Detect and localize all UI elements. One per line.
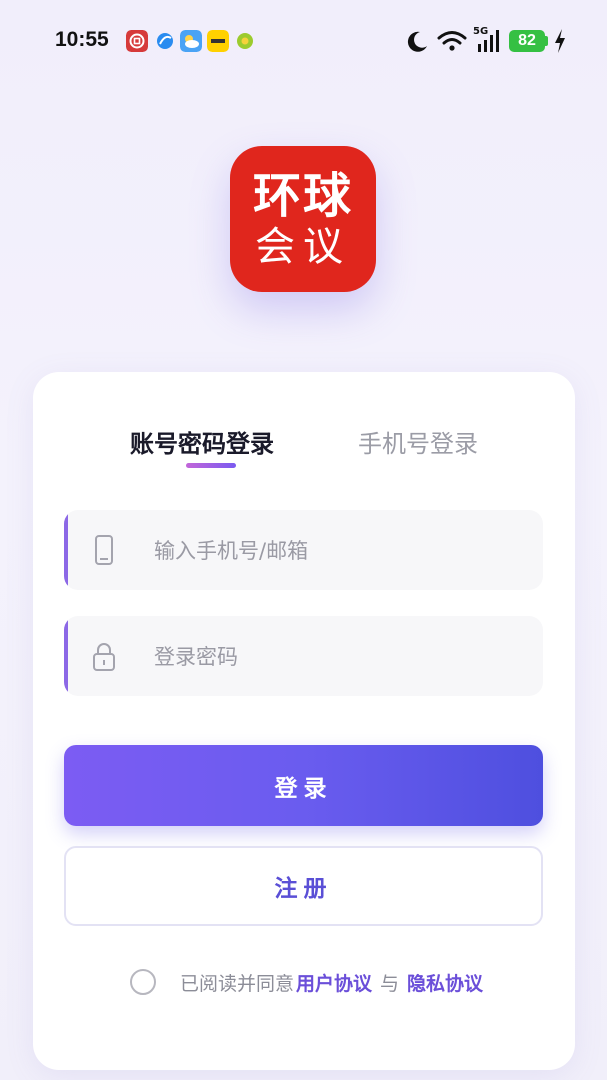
agreement-row: 已阅读并同意 用户协议 与 隐私协议 [130, 969, 485, 995]
status-bar: 10:55 5G 82 [0, 0, 607, 80]
status-time: 10:55 [55, 28, 109, 51]
battery-level: 82 [509, 30, 545, 52]
wifi-icon [437, 31, 467, 51]
lock-icon [93, 643, 115, 671]
account-field[interactable] [64, 510, 543, 590]
phone-icon [95, 535, 113, 565]
bank-app-icon [126, 30, 148, 52]
register-button[interactable]: 注册 [64, 846, 543, 926]
weather-app-icon [180, 30, 202, 52]
agreement-checkbox[interactable] [130, 969, 156, 995]
agreement-prefix: 已阅读并同意 [180, 972, 295, 995]
tab-phone-login[interactable]: 手机号登录 [358, 424, 478, 459]
battery-cap [545, 36, 548, 46]
user-agreement-link[interactable]: 用户协议 [296, 969, 372, 996]
tab-account-password-login[interactable]: 账号密码登录 [130, 424, 274, 459]
do-not-disturb-moon-icon [407, 31, 427, 52]
logo-text-line2: 会议 [255, 224, 351, 270]
active-tab-indicator [186, 463, 236, 468]
browser-app-icon [157, 33, 173, 49]
signal-icon [478, 30, 499, 52]
meituan-app-icon [207, 30, 229, 52]
game-app-icon [237, 33, 253, 49]
login-button[interactable]: 登录 [64, 745, 543, 826]
privacy-policy-link[interactable]: 隐私协议 [407, 969, 483, 996]
account-input[interactable] [152, 510, 536, 590]
logo-text-line1: 环球 [252, 168, 353, 224]
charging-bolt-icon [555, 29, 565, 53]
password-field[interactable] [64, 616, 543, 696]
login-card: 账号密码登录 手机号登录 登录 注册 已阅读并同意 用户协议 与 隐私协议 [33, 372, 575, 1070]
app-logo: 环球 会议 [230, 146, 376, 292]
agreement-separator: 与 [380, 972, 400, 995]
password-input[interactable] [152, 616, 536, 696]
